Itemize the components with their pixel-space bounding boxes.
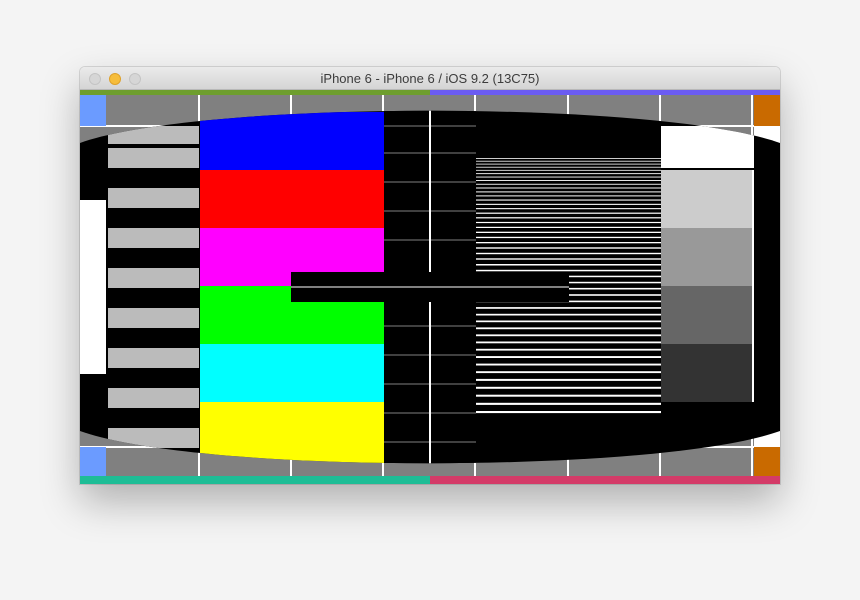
color-bar-cyan	[200, 344, 384, 402]
pattern-line	[476, 258, 661, 260]
corner-bottom-left	[80, 447, 106, 476]
pattern-line	[476, 313, 661, 316]
pattern-line	[476, 160, 661, 162]
pattern-line	[476, 378, 661, 381]
border-strip-top-left	[80, 90, 430, 95]
pattern-line	[476, 166, 661, 168]
pattern-line	[476, 371, 661, 374]
pattern-line	[476, 226, 661, 228]
gray-step-2	[661, 228, 752, 286]
pattern-line	[476, 187, 661, 189]
ellipse-content	[80, 110, 780, 464]
gray-step-3	[661, 286, 752, 344]
pattern-line	[476, 158, 661, 159]
pattern-line	[476, 231, 661, 233]
pattern-line	[476, 356, 661, 358]
pattern-line	[476, 252, 661, 255]
pattern-line	[476, 334, 661, 337]
pattern-line	[476, 217, 661, 219]
pattern-line	[476, 386, 661, 389]
pattern-line	[476, 269, 661, 272]
border-strip-bottom-right	[430, 476, 780, 484]
pattern-line	[476, 212, 661, 214]
pattern-line	[476, 402, 661, 405]
pattern-line	[476, 183, 661, 185]
pattern-line	[476, 247, 661, 249]
pattern-line	[476, 208, 661, 210]
pattern-line	[476, 320, 661, 323]
pattern-line	[476, 203, 661, 205]
pattern-line	[476, 191, 661, 193]
pattern-line	[476, 180, 661, 181]
pattern-line	[476, 169, 661, 171]
simulator-window: iPhone 6 - iPhone 6 / iOS 9.2 (13C75)	[80, 67, 780, 484]
border-strip-bottom-left	[80, 476, 430, 484]
corner-bottom-right	[754, 447, 780, 476]
window-title: iPhone 6 - iPhone 6 / iOS 9.2 (13C75)	[320, 71, 540, 86]
right-white-edge	[752, 170, 754, 402]
pattern-line	[476, 348, 661, 351]
pattern-line	[476, 199, 661, 201]
pattern-line	[476, 221, 661, 224]
pattern-line	[476, 307, 661, 309]
pattern-line	[476, 363, 661, 366]
title-bar[interactable]: iPhone 6 - iPhone 6 / iOS 9.2 (13C75)	[80, 67, 780, 90]
corner-top-right	[754, 95, 780, 126]
pattern-line	[476, 242, 661, 244]
border-strip-top-right	[430, 90, 780, 95]
gray-step-1	[661, 170, 752, 228]
gray-step-4	[661, 344, 752, 402]
left-white-strip	[80, 200, 106, 374]
simulator-screen[interactable]	[80, 90, 780, 484]
corner-top-left	[80, 95, 106, 126]
pattern-line	[476, 411, 661, 414]
pattern-line	[476, 394, 661, 397]
pattern-line	[476, 195, 661, 197]
pattern-line	[476, 163, 661, 165]
color-bar-red	[200, 170, 384, 228]
pattern-line	[476, 327, 661, 330]
pattern-line	[476, 264, 661, 266]
color-bar-yellow	[200, 402, 384, 464]
pattern-line	[476, 173, 661, 175]
pattern-line	[476, 176, 661, 178]
color-bar-blue	[200, 112, 384, 170]
pattern-line	[476, 341, 661, 344]
pattern-line	[476, 236, 661, 239]
